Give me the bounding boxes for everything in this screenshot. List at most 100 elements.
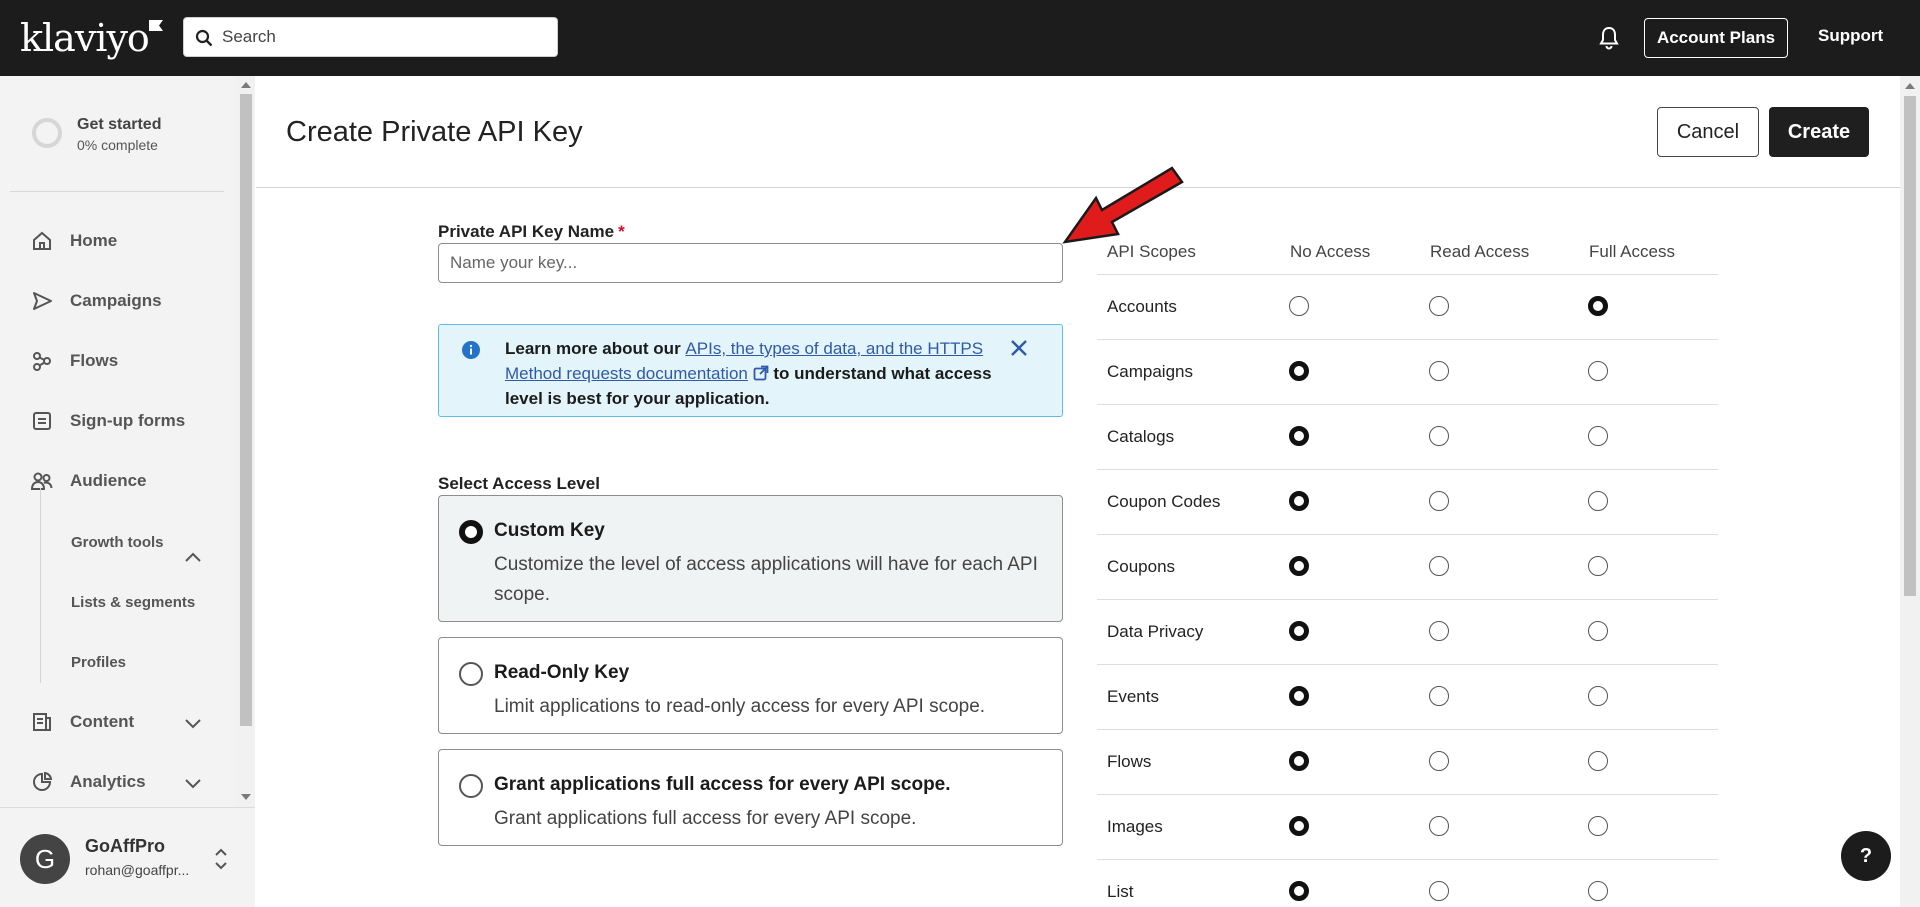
sidebar-item-label: Flows (70, 351, 119, 370)
chevron-down-icon[interactable] (183, 776, 203, 790)
help-button[interactable]: ? (1841, 831, 1891, 881)
scroll-up-arrow-icon[interactable] (241, 82, 251, 88)
scope-radio-no-access[interactable] (1289, 556, 1309, 576)
key-name-input[interactable] (438, 243, 1063, 283)
flows-icon (30, 349, 54, 373)
sidebar-item-content[interactable]: Content (30, 707, 134, 737)
scope-row: Accounts (1097, 274, 1718, 339)
scope-name: Coupons (1107, 557, 1176, 576)
external-link-icon[interactable] (753, 365, 769, 381)
sidebar: Get started 0% complete Home Campaigns F… (0, 76, 255, 907)
scope-radio-no-access[interactable] (1289, 296, 1309, 316)
scope-radio-no-access[interactable] (1289, 686, 1309, 706)
chevron-updown-icon[interactable] (213, 846, 229, 872)
sidebar-divider (10, 191, 224, 192)
scope-radio-full-access[interactable] (1588, 491, 1608, 511)
scope-name: Flows (1107, 752, 1152, 771)
scope-radio-full-access[interactable] (1588, 816, 1608, 836)
scope-radio-no-access[interactable] (1289, 751, 1309, 771)
scope-row: Events (1097, 664, 1718, 729)
close-icon[interactable] (1009, 338, 1029, 358)
sidebar-subitem-growth-tools[interactable]: Growth tools (71, 534, 164, 551)
chevron-down-icon[interactable] (183, 716, 203, 730)
radio-selected[interactable] (459, 520, 483, 544)
radio-unselected[interactable] (459, 774, 483, 798)
scope-radio-full-access[interactable] (1588, 751, 1608, 771)
scope-radio-full-access[interactable] (1588, 361, 1608, 381)
main-scrollbar[interactable] (1900, 76, 1920, 907)
home-icon (30, 229, 54, 253)
scrollbar-thumb[interactable] (1904, 96, 1916, 596)
scope-radio-full-access[interactable] (1588, 556, 1608, 576)
option-title: Custom Key (494, 520, 605, 541)
scope-radio-read-access[interactable] (1429, 881, 1449, 901)
scope-radio-read-access[interactable] (1429, 296, 1449, 316)
scope-name: Events (1107, 687, 1159, 706)
scope-radio-no-access[interactable] (1289, 881, 1309, 901)
content-icon (30, 710, 54, 734)
sidebar-scrollbar[interactable] (236, 76, 255, 807)
scroll-down-arrow-icon[interactable] (241, 794, 251, 800)
sidebar-subitem-lists-segments[interactable]: Lists & segments (71, 594, 195, 611)
scope-radio-no-access[interactable] (1289, 361, 1309, 381)
scrollbar-thumb[interactable] (240, 94, 252, 726)
scope-radio-read-access[interactable] (1429, 556, 1449, 576)
scope-radio-full-access[interactable] (1588, 426, 1608, 446)
access-level-label: Select Access Level (438, 474, 600, 493)
scope-radio-read-access[interactable] (1429, 361, 1449, 381)
scope-row: Campaigns (1097, 339, 1718, 404)
support-link[interactable]: Support (1818, 26, 1883, 46)
scope-radio-full-access[interactable] (1588, 686, 1608, 706)
sidebar-item-campaigns[interactable]: Campaigns (30, 286, 162, 316)
access-option-custom-key[interactable]: Custom Key Customize the level of access… (438, 495, 1063, 622)
sidebar-item-label: Home (70, 231, 118, 250)
scope-radio-read-access[interactable] (1429, 816, 1449, 836)
scope-radio-read-access[interactable] (1429, 686, 1449, 706)
option-description: Grant applications full access for every… (494, 808, 917, 829)
scope-name: Accounts (1107, 297, 1177, 316)
create-button[interactable]: Create (1769, 107, 1869, 157)
sidebar-subitem-profiles[interactable]: Profiles (71, 654, 126, 671)
cancel-button[interactable]: Cancel (1657, 107, 1759, 157)
sidebar-item-analytics[interactable]: Analytics (30, 767, 146, 797)
chevron-up-icon[interactable] (183, 550, 203, 564)
notifications-bell-icon[interactable] (1597, 25, 1621, 51)
info-prefix: Learn more about our (505, 339, 681, 358)
sidebar-item-signup-forms[interactable]: Sign-up forms (30, 406, 185, 436)
submenu-line (40, 488, 41, 683)
search-box[interactable] (183, 17, 558, 57)
access-option-full-access[interactable]: Grant applications full access for every… (438, 749, 1063, 846)
scope-radio-full-access[interactable] (1588, 881, 1608, 901)
klaviyo-logo[interactable]: klaviyo (20, 14, 163, 62)
people-icon (30, 469, 54, 493)
sidebar-item-home[interactable]: Home (30, 226, 117, 256)
scope-radio-read-access[interactable] (1429, 751, 1449, 771)
scope-row: Coupon Codes (1097, 469, 1718, 534)
scope-radio-read-access[interactable] (1429, 426, 1449, 446)
scope-name: Catalogs (1107, 427, 1175, 446)
radio-unselected[interactable] (459, 662, 483, 686)
scope-name: List (1107, 882, 1134, 901)
account-switcher[interactable]: G GoAffPro rohan@goaffpr... (0, 807, 255, 907)
account-plans-button[interactable]: Account Plans (1644, 18, 1788, 58)
scope-radio-no-access[interactable] (1289, 816, 1309, 836)
sidebar-item-audience[interactable]: Audience (30, 466, 210, 496)
scope-radio-read-access[interactable] (1429, 621, 1449, 641)
scope-row: Images (1097, 794, 1718, 859)
get-started-title: Get started (77, 116, 162, 133)
scroll-up-arrow-icon[interactable] (1905, 83, 1915, 89)
scope-radio-no-access[interactable] (1289, 621, 1309, 641)
scope-radio-no-access[interactable] (1289, 491, 1309, 511)
user-email: rohan@goaffpr... (85, 862, 190, 878)
scope-name: Data Privacy (1107, 622, 1204, 641)
scope-radio-full-access[interactable] (1588, 621, 1608, 641)
search-input[interactable] (222, 18, 552, 56)
scope-name: Images (1107, 817, 1163, 836)
access-option-read-only-key[interactable]: Read-Only Key Limit applications to read… (438, 637, 1063, 734)
red-annotation-arrow-icon (1062, 166, 1184, 244)
sidebar-item-flows[interactable]: Flows (30, 346, 118, 376)
scope-radio-no-access[interactable] (1289, 426, 1309, 446)
scope-radio-read-access[interactable] (1429, 491, 1449, 511)
scope-name: Campaigns (1107, 362, 1193, 381)
scope-radio-full-access[interactable] (1588, 296, 1608, 316)
